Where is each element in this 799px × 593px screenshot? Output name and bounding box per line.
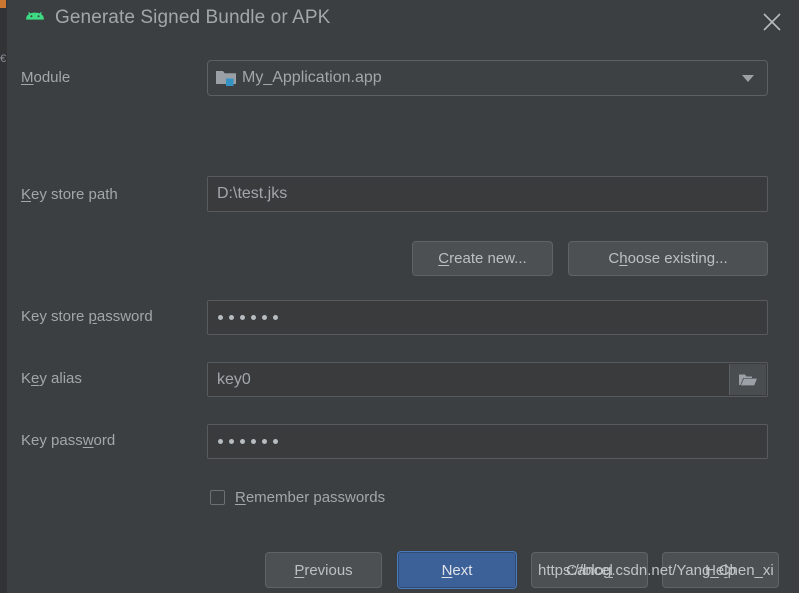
key-alias-value: key0 bbox=[217, 370, 251, 388]
module-folder-icon bbox=[216, 70, 236, 87]
open-folder-icon bbox=[739, 374, 757, 385]
key-store-path-input[interactable]: D:\test.jks bbox=[207, 176, 768, 212]
next-button[interactable]: Next bbox=[397, 551, 517, 589]
help-button[interactable]: Help bbox=[662, 552, 779, 588]
key-password-input[interactable] bbox=[207, 424, 768, 459]
generate-signed-bundle-dialog: € Generate Signed Bundle or APK Module M… bbox=[0, 0, 799, 593]
key-password-masked-value bbox=[208, 439, 278, 444]
chevron-down-icon[interactable] bbox=[742, 75, 754, 82]
background-window-strip: € bbox=[0, 0, 7, 593]
dialog-body: Generate Signed Bundle or APK Module My_… bbox=[7, 0, 799, 593]
remember-passwords-label: Remember passwords bbox=[235, 489, 386, 506]
create-new-button[interactable]: Create new... bbox=[412, 241, 553, 276]
android-robot-icon bbox=[22, 9, 48, 35]
key-alias-label: Key alias bbox=[21, 370, 82, 387]
key-store-path-value: D:\test.jks bbox=[217, 185, 288, 202]
key-store-password-masked-value bbox=[208, 315, 278, 320]
checkbox-box-icon[interactable] bbox=[210, 490, 225, 505]
close-icon bbox=[763, 13, 781, 31]
background-gutter-glyph: € bbox=[0, 53, 7, 65]
key-alias-input[interactable]: key0 bbox=[207, 362, 768, 397]
choose-existing-button[interactable]: Choose existing... bbox=[568, 241, 768, 276]
cancel-button[interactable]: Cancel bbox=[531, 552, 648, 588]
remember-passwords-checkbox[interactable]: Remember passwords bbox=[210, 489, 385, 506]
key-store-password-label: Key store password bbox=[21, 308, 153, 325]
background-code-glyph bbox=[0, 0, 6, 8]
key-alias-browse-button[interactable] bbox=[729, 364, 766, 395]
module-label: Module bbox=[21, 69, 71, 86]
close-button[interactable] bbox=[745, 0, 799, 40]
title-bar: Generate Signed Bundle or APK bbox=[7, 0, 799, 44]
key-password-label: Key password bbox=[21, 432, 116, 449]
key-store-password-input[interactable] bbox=[207, 300, 768, 335]
previous-button[interactable]: Previous bbox=[265, 552, 382, 588]
key-store-path-label: Key store path bbox=[21, 186, 118, 203]
module-combobox[interactable]: My_Application.app bbox=[207, 60, 768, 96]
dialog-title: Generate Signed Bundle or APK bbox=[55, 7, 331, 28]
